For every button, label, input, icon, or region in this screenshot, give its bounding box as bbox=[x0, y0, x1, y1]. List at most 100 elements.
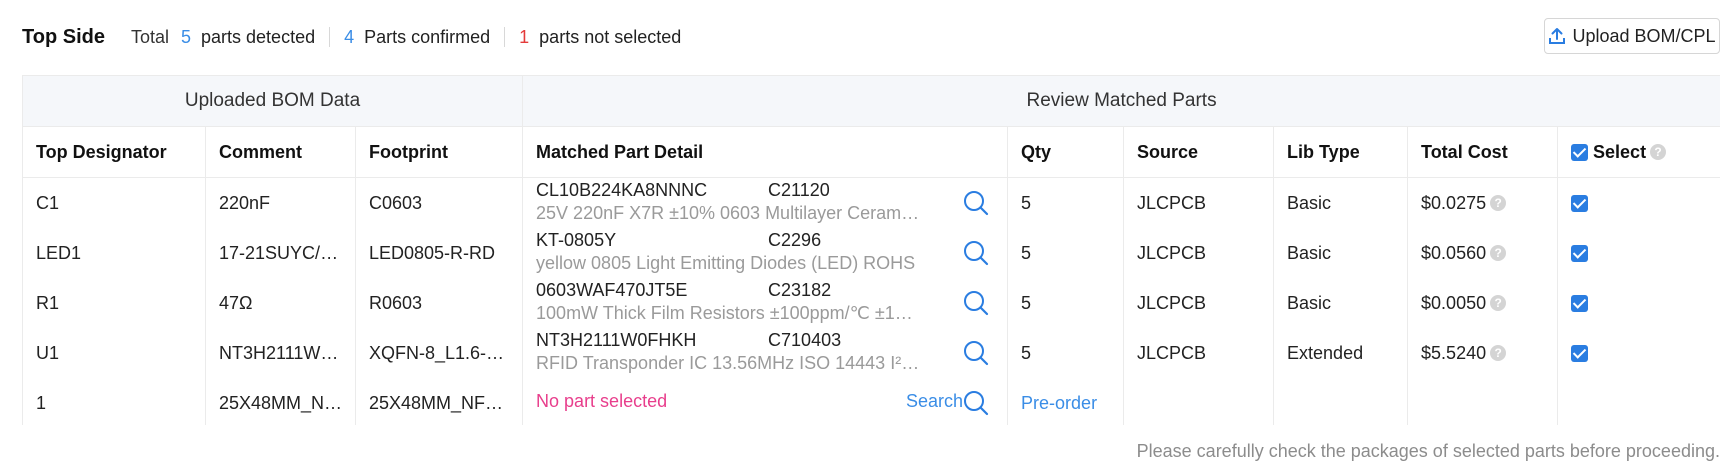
qty-cell: 5 bbox=[1007, 278, 1125, 328]
search-link[interactable]: Search bbox=[906, 391, 963, 412]
col-select: Select ? bbox=[1557, 126, 1720, 178]
cost-value: $0.0275 bbox=[1421, 192, 1487, 213]
row-checkbox[interactable] bbox=[1571, 345, 1589, 363]
group-uploaded-bom: Uploaded BOM Data bbox=[22, 75, 524, 127]
search-icon[interactable] bbox=[963, 240, 989, 266]
part-detail-cell: NT3H2111W0FHKH C710403 RFID Transponder … bbox=[522, 328, 1009, 378]
help-icon[interactable]: ? bbox=[1490, 295, 1507, 311]
part-code: C2296 bbox=[768, 230, 822, 250]
row-checkbox[interactable] bbox=[1571, 195, 1589, 213]
table-row-unmatched: 1 25X48MM_NFC_ANTENNA 25X48MM_NFC_ANTENN… bbox=[22, 378, 1720, 425]
col-designator: Top Designator bbox=[22, 126, 206, 178]
pre-order-link[interactable]: Pre-order bbox=[1021, 393, 1097, 413]
divider bbox=[504, 27, 506, 47]
lib-type-cell bbox=[1273, 378, 1409, 425]
part-code: C710403 bbox=[768, 330, 842, 350]
table-row: R1 47Ω R0603 0603WAF470JT5E C23182 100mW… bbox=[22, 278, 1720, 328]
lib-type-cell: Extended bbox=[1273, 328, 1409, 378]
cost-cell: $0.0050? bbox=[1407, 278, 1559, 328]
qty-cell: 5 bbox=[1007, 177, 1125, 228]
footprint-cell: LED0805-R-RD bbox=[354, 228, 524, 278]
detected-label: parts detected bbox=[201, 26, 316, 47]
comment-cell: 47Ω bbox=[205, 278, 356, 328]
not-selected-label: parts not selected bbox=[539, 26, 682, 47]
lib-type-cell: Basic bbox=[1273, 278, 1409, 328]
divider bbox=[329, 27, 331, 47]
cost-cell: $0.0275? bbox=[1407, 177, 1559, 228]
designator-cell: U1 bbox=[22, 328, 206, 378]
col-source: Source bbox=[1123, 126, 1275, 178]
cost-cell: $5.5240? bbox=[1407, 328, 1559, 378]
bom-table: Uploaded BOM Data Review Matched Parts T… bbox=[22, 75, 1720, 425]
col-total-cost: Total Cost bbox=[1407, 126, 1559, 178]
upload-label: Upload BOM/CPL bbox=[1572, 25, 1716, 46]
comment-cell: NT3H2111W0FHKH bbox=[205, 328, 356, 378]
designator-cell: LED1 bbox=[22, 228, 206, 278]
footer-note: Please carefully check the packages of s… bbox=[1136, 441, 1720, 461]
help-icon[interactable]: ? bbox=[1490, 245, 1507, 261]
cost-value: $0.0050 bbox=[1421, 292, 1487, 313]
search-icon[interactable] bbox=[963, 190, 989, 216]
upload-bom-cpl-button[interactable]: Upload BOM/CPL bbox=[1544, 18, 1720, 54]
page-title: Top Side bbox=[22, 25, 105, 48]
part-description: RFID Transponder IC 13.56MHz ISO 14443 I… bbox=[536, 353, 921, 373]
row-checkbox[interactable] bbox=[1571, 245, 1589, 263]
designator-cell: R1 bbox=[22, 278, 206, 328]
footprint-cell: XQFN-8_L1.6-W1.6 bbox=[354, 328, 524, 378]
source-cell bbox=[1123, 378, 1275, 425]
footprint-cell: 25X48MM_NFC_ANTENNA bbox=[354, 378, 524, 425]
help-icon[interactable]: ? bbox=[1490, 195, 1507, 211]
upload-icon bbox=[1549, 28, 1566, 44]
col-lib-type: Lib Type bbox=[1273, 126, 1409, 178]
help-icon[interactable]: ? bbox=[1490, 345, 1507, 361]
part-description: yellow 0805 Light Emitting Diodes (LED) … bbox=[536, 253, 916, 273]
part-mpn: NT3H2111W0FHKH bbox=[536, 330, 697, 350]
comment-cell: 17-21SUYC/TR8 bbox=[205, 228, 356, 278]
summary-bar: Top Side Total 5 parts detected 4 Parts … bbox=[22, 22, 681, 52]
col-qty: Qty bbox=[1007, 126, 1125, 178]
source-cell: JLCPCB bbox=[1123, 177, 1275, 228]
cost-cell: $0.0560? bbox=[1407, 228, 1559, 278]
detected-count: 5 bbox=[181, 26, 192, 47]
lib-type-cell: Basic bbox=[1273, 228, 1409, 278]
cost-value: $5.5240 bbox=[1421, 342, 1487, 363]
part-code: C23182 bbox=[768, 280, 832, 300]
group-review-matched: Review Matched Parts bbox=[522, 75, 1720, 127]
cost-value: $0.0560 bbox=[1421, 242, 1487, 263]
part-description: 100mW Thick Film Resistors ±100ppm/℃ ±1%… bbox=[536, 303, 921, 323]
select-cell bbox=[1557, 378, 1720, 425]
search-icon[interactable] bbox=[963, 390, 989, 416]
part-description: 25V 220nF X7R ±10% 0603 Multilayer Ceram… bbox=[536, 203, 921, 223]
footprint-cell: C0603 bbox=[354, 177, 524, 228]
search-icon[interactable] bbox=[963, 340, 989, 366]
select-cell bbox=[1557, 278, 1720, 328]
table-row: U1 NT3H2111W0FHKH XQFN-8_L1.6-W1.6 NT3H2… bbox=[22, 328, 1720, 378]
search-icon[interactable] bbox=[963, 290, 989, 316]
part-code: C21120 bbox=[768, 180, 830, 200]
part-detail-cell: No part selected Search bbox=[522, 378, 1009, 425]
select-cell bbox=[1557, 177, 1720, 228]
col-comment: Comment bbox=[205, 126, 356, 178]
part-mpn: 0603WAF470JT5E bbox=[536, 280, 688, 300]
no-part-selected: No part selected bbox=[536, 391, 668, 411]
source-cell: JLCPCB bbox=[1123, 278, 1275, 328]
comment-cell: 220nF bbox=[205, 177, 356, 228]
part-mpn: CL10B224KA8NNNC bbox=[536, 180, 708, 200]
select-cell bbox=[1557, 328, 1720, 378]
lib-type-cell: Basic bbox=[1273, 177, 1409, 228]
footprint-cell: R0603 bbox=[354, 278, 524, 328]
table-row: LED1 17-21SUYC/TR8 LED0805-R-RD KT-0805Y… bbox=[22, 228, 1720, 278]
select-label: Select bbox=[1593, 141, 1647, 162]
part-detail-cell: KT-0805Y C2296 yellow 0805 Light Emittin… bbox=[522, 228, 1009, 278]
confirmed-count: 4 bbox=[344, 26, 355, 47]
source-cell: JLCPCB bbox=[1123, 328, 1275, 378]
designator-cell: 1 bbox=[22, 378, 206, 425]
select-cell bbox=[1557, 228, 1720, 278]
not-selected-count: 1 bbox=[519, 26, 530, 47]
confirmed-label: Parts confirmed bbox=[364, 26, 491, 47]
qty-cell: Pre-order bbox=[1007, 378, 1125, 425]
col-detail: Matched Part Detail bbox=[522, 126, 1009, 178]
select-all-checkbox[interactable] bbox=[1571, 143, 1589, 161]
row-checkbox[interactable] bbox=[1571, 295, 1589, 313]
help-icon[interactable]: ? bbox=[1650, 144, 1667, 160]
